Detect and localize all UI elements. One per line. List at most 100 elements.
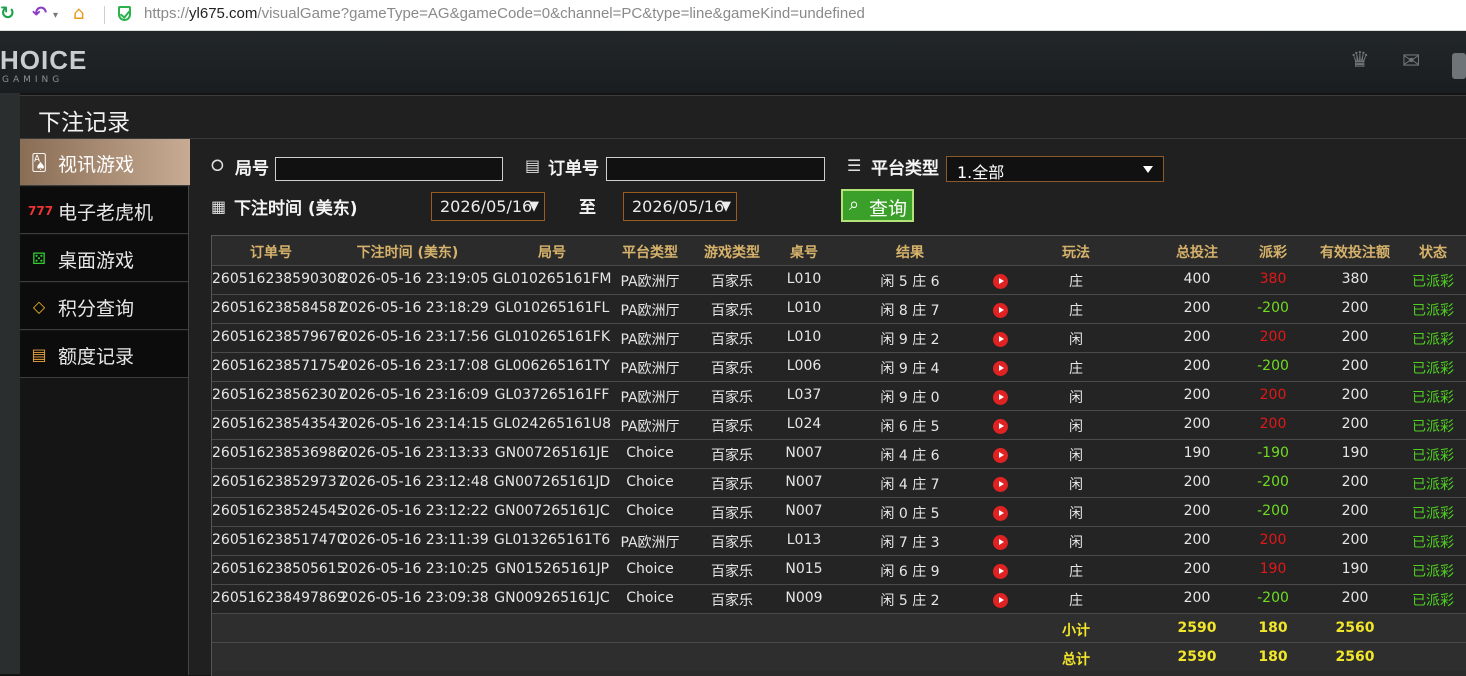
subtotal-row: 小计 2590 180 2560 (212, 613, 1466, 642)
cell-total-bet-col: 200 (1183, 416, 1211, 432)
date-to-picker[interactable]: 2026/05/16 ▼ (623, 192, 737, 221)
header-result-col: 结果 (896, 245, 924, 261)
replay-video-icon[interactable] (993, 274, 1008, 289)
sidebar-item-slots[interactable]: 777 电子老虎机 (20, 187, 188, 234)
order-input[interactable] (606, 157, 825, 181)
replay-video-icon[interactable] (993, 506, 1008, 521)
cell-order-col: 260516238524545 (212, 503, 346, 519)
cell-status-col: 已派彩 (1412, 477, 1454, 493)
chat-icon[interactable]: ✉ (1402, 49, 1420, 74)
cell-play-col: 闲 (1069, 448, 1083, 464)
cell-game-type-col: 百家乐 (711, 477, 753, 493)
cell-bet-time-col: 2026-05-16 23:17:56 (340, 329, 489, 345)
sidebar-item-live-games[interactable]: 🂡 视讯游戏 (20, 139, 190, 186)
cell-game-type-col: 百家乐 (711, 448, 753, 464)
cell-valid-bet-col: 200 (1341, 590, 1369, 606)
cell-bet-time-col: 2026-05-16 23:12:22 (340, 503, 489, 519)
cell-order-col: 260516238536986 (212, 445, 346, 461)
url-field[interactable]: https://yl675.com/visualGame?gameType=AG… (144, 5, 865, 22)
cell-game-type-col: 百家乐 (711, 332, 753, 348)
replay-video-icon[interactable] (993, 477, 1008, 492)
platform-select[interactable]: 1.全部 (946, 156, 1164, 182)
cell-game-type-col: 百家乐 (711, 361, 753, 377)
cell-total-bet-col: 400 (1183, 271, 1211, 287)
date-from-picker[interactable]: 2026/05/16 ▼ (431, 192, 545, 221)
cell-status-col: 已派彩 (1412, 535, 1454, 551)
cell-play-col: 庄 (1069, 593, 1083, 609)
replay-video-icon[interactable] (993, 361, 1008, 376)
cell-bet-time-col: 2026-05-16 23:13:33 (340, 445, 489, 461)
round-label: 局号 (235, 159, 269, 179)
replay-video-icon[interactable] (993, 448, 1008, 463)
cell-round-col: GL010265161FK (493, 329, 611, 345)
cell-bet-time-col: 2026-05-16 23:12:48 (340, 474, 489, 490)
cell-round-col: GL010265161FL (494, 300, 610, 316)
vip-crown-icon[interactable]: ♛ (1350, 48, 1370, 73)
total-label: 总计 (1062, 652, 1090, 668)
side-panel-icon[interactable] (1452, 53, 1466, 79)
total-bet: 2590 (1177, 649, 1217, 665)
cell-table-no-col: N007 (785, 474, 823, 490)
cell-payout-col: -190 (1257, 445, 1289, 461)
cell-payout-col: 200 (1259, 532, 1287, 548)
cell-round-col: GN007265161JC (494, 503, 610, 519)
table-row: 260516238524545 2026-05-16 23:12:22 GN0072… (212, 497, 1466, 526)
cell-valid-bet-col: 200 (1341, 329, 1369, 345)
replay-video-icon[interactable] (993, 419, 1008, 434)
triangle-down-icon: ▼ (721, 199, 731, 214)
replay-video-icon[interactable] (993, 593, 1008, 608)
sidebar-item-credit-records[interactable]: ▤ 额度记录 (20, 331, 188, 378)
cell-order-col: 260516238529737 (212, 474, 346, 490)
url-scheme: https:// (144, 5, 190, 22)
table-row: 260516238517470 2026-05-16 23:11:39 GL0132… (212, 526, 1466, 555)
cell-round-col: GL006265161TY (494, 358, 610, 374)
table-row: 260516238571754 2026-05-16 23:17:08 GL0062… (212, 352, 1466, 381)
cell-order-col: 260516238543543 (212, 416, 346, 432)
cell-payout-col: 190 (1259, 561, 1287, 577)
replay-video-icon[interactable] (993, 332, 1008, 347)
sidebar-item-points[interactable]: ◇ 积分查询 (20, 283, 188, 330)
total-row: 总计 2590 180 2560 (212, 642, 1466, 671)
subtotal-valid: 2560 (1335, 620, 1375, 636)
replay-video-icon[interactable] (993, 564, 1008, 579)
cell-table-no-col: L013 (786, 532, 822, 548)
platform-label: 平台类型 (871, 159, 939, 179)
replay-video-icon[interactable] (993, 390, 1008, 405)
sidebar-item-label: 额度记录 (58, 346, 135, 368)
cell-status-col: 已派彩 (1412, 390, 1454, 406)
round-input[interactable] (275, 157, 503, 181)
site-logo[interactable]: HOICE (0, 45, 87, 76)
cell-valid-bet-col: 200 (1341, 300, 1369, 316)
home-icon[interactable]: ⌂ (73, 3, 84, 25)
header-status-col: 状态 (1419, 245, 1447, 261)
search-icon: ⌕ (849, 194, 860, 215)
cell-table-no-col: N007 (785, 503, 823, 519)
cell-payout-col: -200 (1257, 300, 1289, 316)
header-play-col: 玩法 (1062, 245, 1090, 261)
refresh-icon[interactable]: ↻ (0, 3, 15, 25)
cell-play-col: 庄 (1069, 274, 1083, 290)
tag-icon: ⭘ (211, 156, 224, 175)
cell-payout-col: 200 (1259, 329, 1287, 345)
modal-title: 下注记录 (38, 110, 130, 136)
replay-video-icon[interactable] (993, 535, 1008, 550)
table-row: 260516238590308 2026-05-16 23:19:05 GL0102… (212, 265, 1466, 294)
replay-video-icon[interactable] (993, 303, 1008, 318)
query-button[interactable]: ⌕ 查询 (841, 189, 914, 222)
cell-status-col: 已派彩 (1412, 361, 1454, 377)
cell-valid-bet-col: 200 (1341, 387, 1369, 403)
cell-play-col: 闲 (1069, 535, 1083, 551)
sidebar-item-label: 电子老虎机 (58, 202, 154, 224)
cell-order-col: 260516238517470 (212, 532, 346, 548)
cell-platform-col: Choice (626, 474, 674, 490)
clipboard-icon: ▤ (525, 156, 541, 175)
sidebar-item-table-games[interactable]: ⚄ 桌面游戏 (20, 235, 188, 282)
cell-table-no-col: N009 (785, 590, 823, 606)
document-icon: ▤ (31, 345, 47, 364)
cell-platform-col: PA欧洲厅 (620, 274, 680, 290)
undo-icon[interactable]: ↶ (32, 3, 47, 25)
cell-total-bet-col: 200 (1183, 532, 1211, 548)
cell-round-col: GN009265161JC (494, 590, 610, 606)
chevron-down-icon[interactable]: ▾ (53, 5, 58, 27)
cell-round-col: GL013265161T6 (493, 532, 611, 548)
